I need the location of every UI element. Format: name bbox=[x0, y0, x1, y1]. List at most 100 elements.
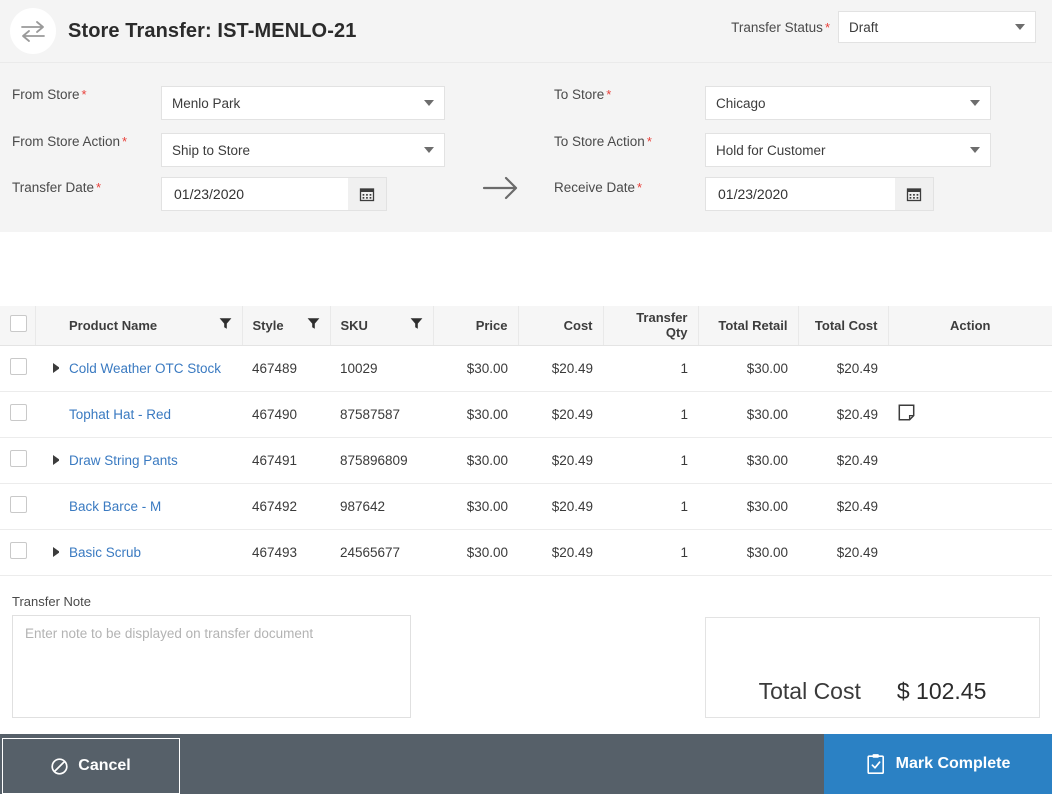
table-body: Cold Weather OTC Stock46748910029$30.00$… bbox=[0, 345, 1052, 575]
row-select-cell bbox=[0, 437, 35, 483]
cell-total-retail: $30.00 bbox=[698, 483, 798, 529]
column-header-total-retail[interactable]: Total Retail bbox=[698, 306, 798, 345]
cell-style: 467492 bbox=[242, 483, 330, 529]
filter-funnel-icon[interactable] bbox=[410, 317, 423, 333]
transfer-status-select[interactable]: Draft bbox=[838, 11, 1036, 43]
row-expand-cell[interactable] bbox=[35, 437, 59, 483]
chevron-down-icon bbox=[424, 147, 434, 153]
calendar-icon[interactable] bbox=[895, 178, 933, 210]
to-store-select[interactable]: Chicago bbox=[705, 86, 991, 120]
to-store-label-text: To Store bbox=[554, 87, 604, 102]
row-expand-cell bbox=[35, 483, 59, 529]
total-cost-value: $ 102.45 bbox=[897, 678, 987, 705]
row-select-cell bbox=[0, 345, 35, 391]
cell-action bbox=[888, 437, 1052, 483]
from-store-action-value: Ship to Store bbox=[172, 143, 250, 158]
cell-style: 467493 bbox=[242, 529, 330, 575]
receive-date-field[interactable]: 01/23/2020 bbox=[705, 177, 934, 211]
column-header-total-cost[interactable]: Total Cost bbox=[798, 306, 888, 345]
chevron-down-icon bbox=[970, 100, 980, 106]
column-header-product-name[interactable]: Product Name bbox=[59, 306, 242, 345]
to-store-action-select[interactable]: Hold for Customer bbox=[705, 133, 991, 167]
cell-product-name: Basic Scrub bbox=[59, 529, 242, 575]
add-item-bar: Add Item Advanced Search bbox=[0, 232, 1052, 306]
footer-bar: Cancel Mark Complete bbox=[0, 734, 1052, 794]
transfer-date-label: Transfer Date* bbox=[12, 180, 101, 195]
row-expand-cell[interactable] bbox=[35, 529, 59, 575]
cell-price: $30.00 bbox=[433, 483, 518, 529]
transfer-status-label-text: Transfer Status bbox=[731, 20, 823, 35]
required-asterisk: * bbox=[606, 87, 611, 102]
row-checkbox[interactable] bbox=[10, 450, 27, 467]
from-store-label: From Store* bbox=[12, 87, 87, 102]
column-header-cost[interactable]: Cost bbox=[518, 306, 603, 345]
expand-header bbox=[35, 306, 59, 345]
to-store-action-label: To Store Action* bbox=[554, 134, 652, 149]
to-store-value: Chicago bbox=[716, 96, 766, 111]
row-checkbox[interactable] bbox=[10, 404, 27, 421]
chevron-down-icon bbox=[424, 100, 434, 106]
from-store-value: Menlo Park bbox=[172, 96, 240, 111]
column-header-transfer-qty[interactable]: Transfer Qty bbox=[603, 306, 698, 345]
row-checkbox[interactable] bbox=[10, 358, 27, 375]
arrow-right-icon bbox=[478, 173, 524, 203]
cell-action bbox=[888, 483, 1052, 529]
row-expand-cell[interactable] bbox=[35, 345, 59, 391]
filter-funnel-icon[interactable] bbox=[219, 317, 232, 333]
product-name-link[interactable]: Cold Weather OTC Stock bbox=[69, 361, 221, 376]
required-asterisk: * bbox=[122, 134, 127, 149]
page-header: Store Transfer: IST-MENLO-21 Transfer St… bbox=[0, 0, 1052, 62]
store-transfer-page: Store Transfer: IST-MENLO-21 Transfer St… bbox=[0, 0, 1052, 794]
product-name-link[interactable]: Tophat Hat - Red bbox=[69, 407, 171, 422]
select-all-checkbox[interactable] bbox=[10, 315, 27, 332]
product-name-link[interactable]: Back Barce - M bbox=[69, 499, 161, 514]
calendar-icon[interactable] bbox=[348, 178, 386, 210]
required-asterisk: * bbox=[82, 87, 87, 102]
receive-date-label-text: Receive Date bbox=[554, 180, 635, 195]
cell-price: $30.00 bbox=[433, 391, 518, 437]
cell-transfer-qty: 1 bbox=[603, 437, 698, 483]
transfer-note-textarea[interactable] bbox=[12, 615, 411, 718]
cell-total-cost: $20.49 bbox=[798, 529, 888, 575]
from-store-action-select[interactable]: Ship to Store bbox=[161, 133, 445, 167]
cancel-button[interactable]: Cancel bbox=[2, 738, 180, 794]
filter-funnel-icon[interactable] bbox=[307, 317, 320, 333]
cell-sku: 24565677 bbox=[330, 529, 433, 575]
to-store-action-label-text: To Store Action bbox=[554, 134, 645, 149]
mark-complete-button[interactable]: Mark Complete bbox=[824, 734, 1052, 794]
cell-style: 467491 bbox=[242, 437, 330, 483]
product-name-link[interactable]: Draw String Pants bbox=[69, 453, 178, 468]
column-header-style[interactable]: Style bbox=[242, 306, 330, 345]
cell-product-name: Back Barce - M bbox=[59, 483, 242, 529]
receive-date-label: Receive Date* bbox=[554, 180, 642, 195]
total-cost-label: Total Cost bbox=[759, 678, 861, 705]
row-checkbox[interactable] bbox=[10, 496, 27, 513]
cell-total-cost: $20.49 bbox=[798, 437, 888, 483]
row-checkbox[interactable] bbox=[10, 542, 27, 559]
cell-transfer-qty: 1 bbox=[603, 483, 698, 529]
required-asterisk: * bbox=[647, 134, 652, 149]
from-store-select[interactable]: Menlo Park bbox=[161, 86, 445, 120]
note-icon[interactable] bbox=[898, 409, 915, 424]
cell-action bbox=[888, 529, 1052, 575]
cell-total-retail: $30.00 bbox=[698, 437, 798, 483]
cell-transfer-qty: 1 bbox=[603, 529, 698, 575]
transfer-arrows-icon bbox=[10, 8, 56, 54]
transfer-date-field[interactable]: 01/23/2020 bbox=[161, 177, 387, 211]
required-asterisk: * bbox=[637, 180, 642, 195]
column-header-sku[interactable]: SKU bbox=[330, 306, 433, 345]
cell-cost: $20.49 bbox=[518, 483, 603, 529]
cell-action bbox=[888, 391, 1052, 437]
column-header-sku-label: SKU bbox=[341, 318, 368, 333]
cell-cost: $20.49 bbox=[518, 345, 603, 391]
cell-product-name: Tophat Hat - Red bbox=[59, 391, 242, 437]
product-name-link[interactable]: Basic Scrub bbox=[69, 545, 141, 560]
transfer-date-value: 01/23/2020 bbox=[174, 186, 244, 202]
column-header-price[interactable]: Price bbox=[433, 306, 518, 345]
select-all-header bbox=[0, 306, 35, 345]
chevron-down-icon bbox=[1015, 24, 1025, 30]
cell-total-cost: $20.49 bbox=[798, 345, 888, 391]
cell-transfer-qty: 1 bbox=[603, 345, 698, 391]
cell-price: $30.00 bbox=[433, 345, 518, 391]
from-store-action-label-text: From Store Action bbox=[12, 134, 120, 149]
